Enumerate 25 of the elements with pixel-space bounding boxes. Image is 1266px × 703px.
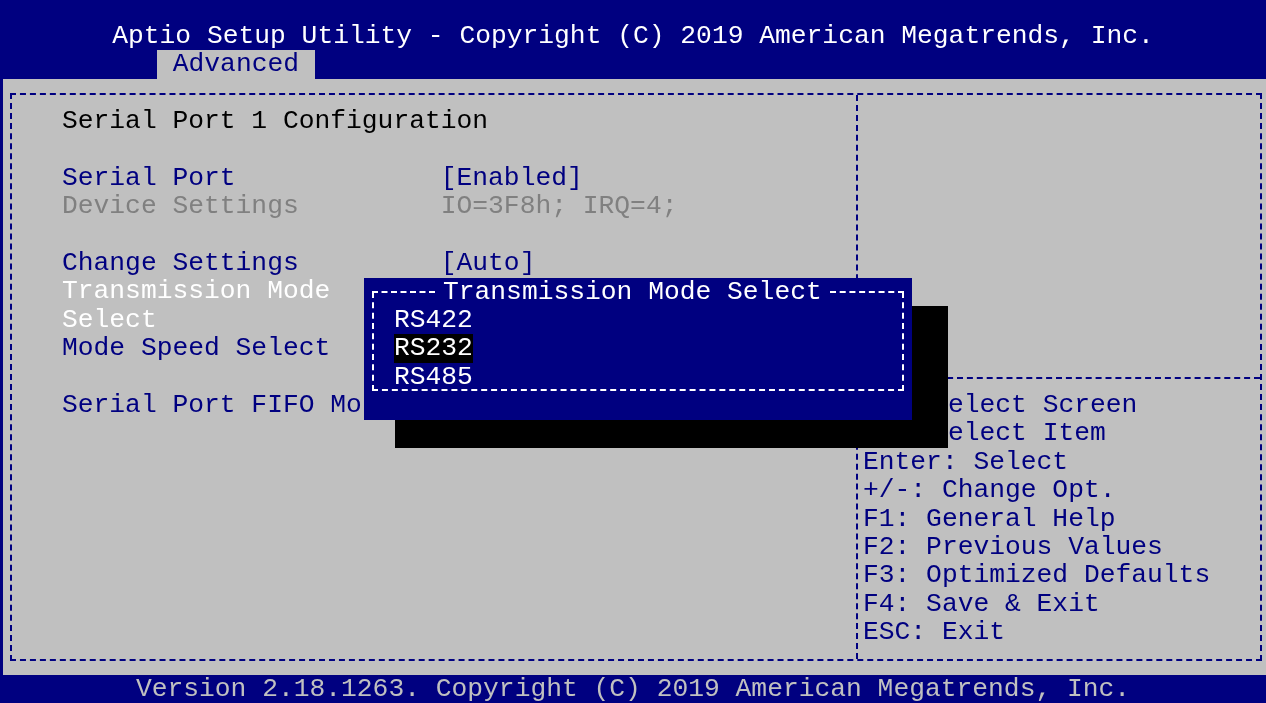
setting-value[interactable]: [Enabled] (440, 163, 583, 193)
option-item[interactable]: RS232 (394, 334, 473, 363)
option-item[interactable]: RS422 (394, 305, 473, 335)
key-help-text: elect Screen (948, 389, 1138, 420)
setting-label[interactable]: Change Settings (62, 248, 299, 278)
window-title: Aptio Setup Utility - Copyright (C) 2019 American Megatrends, Inc. (112, 21, 1154, 51)
option-item[interactable]: RS485 (394, 362, 473, 392)
menu-tab[interactable]: Advanced (157, 50, 315, 79)
key-help-text: elect Item (948, 418, 1106, 449)
key-help-text: ESC: Exit (863, 617, 1006, 648)
setting-label[interactable]: Serial Port FIFO Mo (62, 391, 362, 420)
setting-value[interactable]: [Auto] (440, 248, 536, 278)
key-help-text: Enter: Select (863, 446, 1069, 477)
key-help-text: +/-: Change Opt. (863, 475, 1116, 506)
key-help-text: F1: General Help (863, 503, 1116, 534)
version-text: Version 2.18.1263. Copyright (C) 2019 American Megatrends, Inc. (135, 674, 1131, 703)
setting-label: Device Settings (62, 192, 299, 221)
page-heading: Serial Port 1 Configuration (62, 105, 489, 136)
key-help-text: F4: Save & Exit (863, 588, 1100, 619)
dialog-title: Transmission Mode Select (442, 277, 823, 306)
key-help-text: F2: Previous Values (863, 532, 1163, 562)
setting-value: IO=3F8h; IRQ=4; (440, 192, 678, 221)
setting-label[interactable]: Serial Port (62, 163, 236, 193)
key-help-text: F3: Optimized Defaults (863, 560, 1211, 591)
setting-label[interactable]: Mode Speed Select (62, 334, 331, 363)
